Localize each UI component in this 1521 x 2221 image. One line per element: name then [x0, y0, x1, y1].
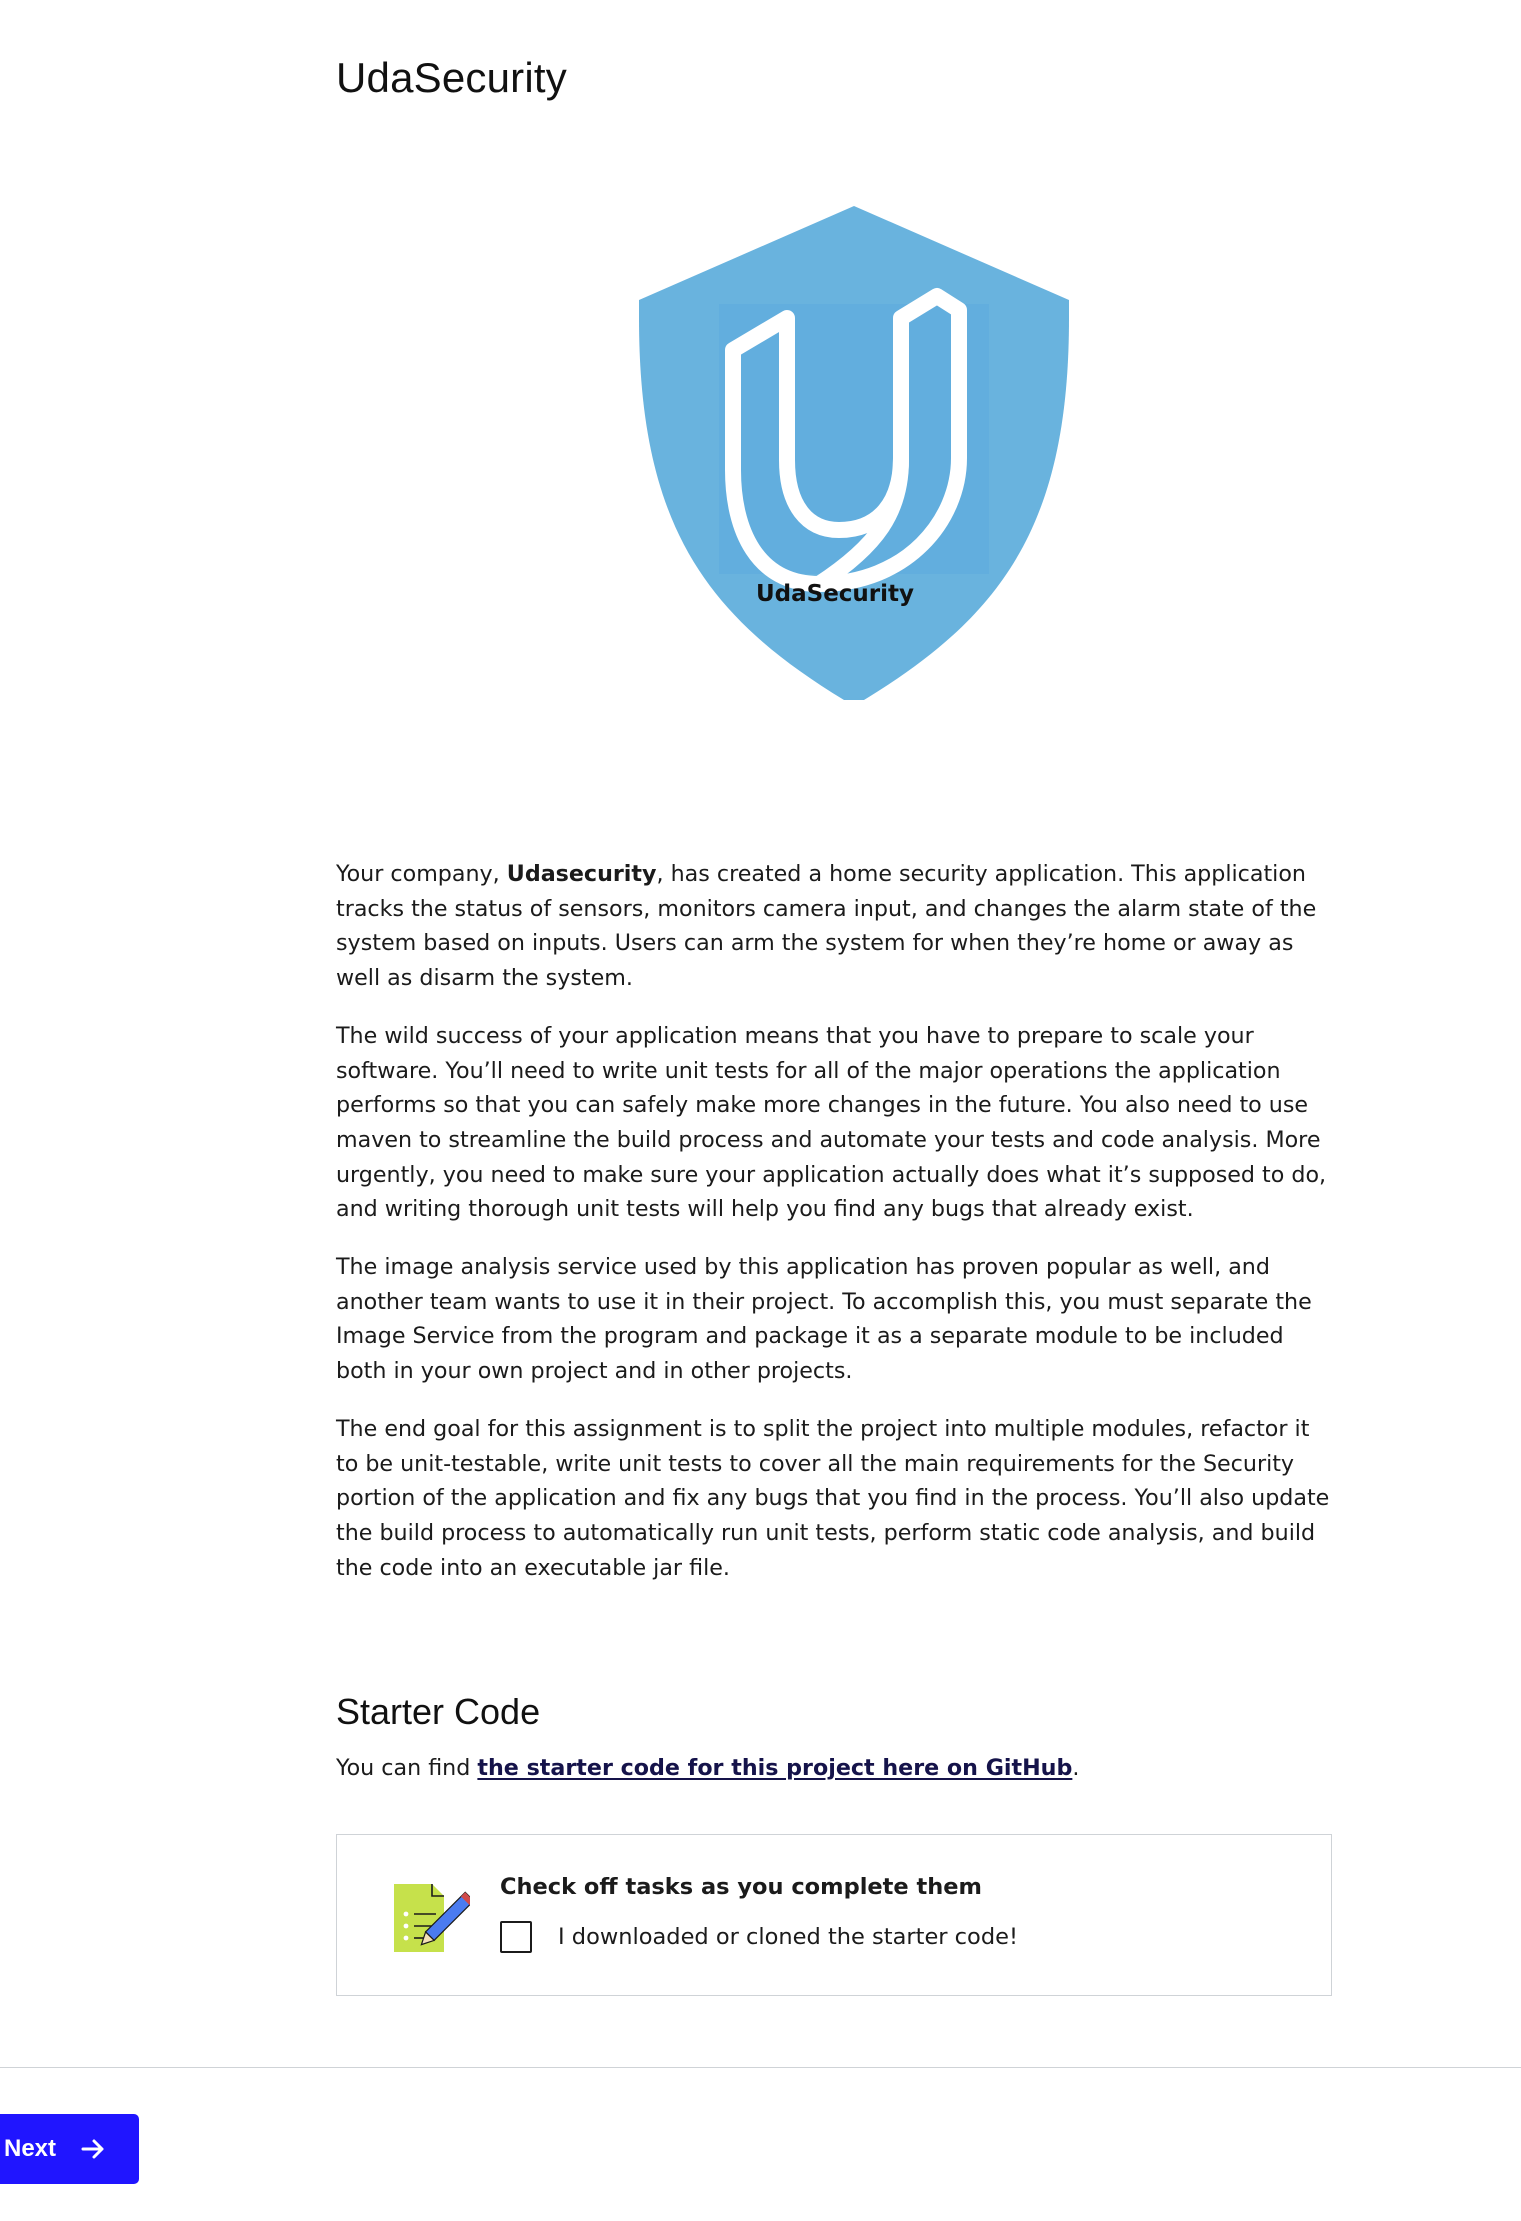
next-button-label: Next: [4, 2135, 57, 2162]
intro-paragraph-3: The image analysis service used by this …: [336, 1254, 1312, 1385]
figure-caption: UdaSecurity: [755, 581, 915, 607]
task-checkbox-starter-code[interactable]: [500, 1921, 532, 1953]
next-button[interactable]: Next: [0, 2114, 139, 2184]
starter-code-link[interactable]: the starter code for this project here o…: [477, 1755, 1072, 1781]
footer-divider: [0, 2067, 1521, 2068]
udacity-shield-logo-icon: [639, 206, 1069, 700]
starter-text-lead: You can find: [336, 1755, 478, 1781]
checklist-pencil-icon: [394, 1884, 470, 1952]
intro-paragraph-1-lead: Your company,: [336, 861, 507, 887]
task-checklist-heading: Check off tasks as you complete them: [500, 1874, 982, 1900]
intro-paragraph-2: The wild success of your application mea…: [336, 1022, 1327, 1223]
starter-text-end: .: [1072, 1755, 1080, 1781]
arrow-right-icon: [80, 2136, 106, 2162]
starter-code-text: You can find the starter code for this p…: [336, 1751, 1079, 1785]
intro-paragraph-4: The end goal for this assignment is to s…: [336, 1415, 1330, 1581]
intro-paragraph-1: Your company, Udasecurity, has created a…: [336, 857, 1336, 996]
page-title: UdaSecurity: [336, 54, 567, 101]
intro-text: Your company, Udasecurity, has created a…: [336, 857, 1336, 1608]
task-checklist-card: Check off tasks as you complete them I d…: [336, 1834, 1332, 1996]
company-name: Udasecurity: [506, 861, 657, 887]
hero-figure: [336, 200, 1334, 700]
task-label-starter-code[interactable]: I downloaded or cloned the starter code!: [558, 1921, 1018, 1953]
starter-code-heading: Starter Code: [336, 1691, 541, 1732]
